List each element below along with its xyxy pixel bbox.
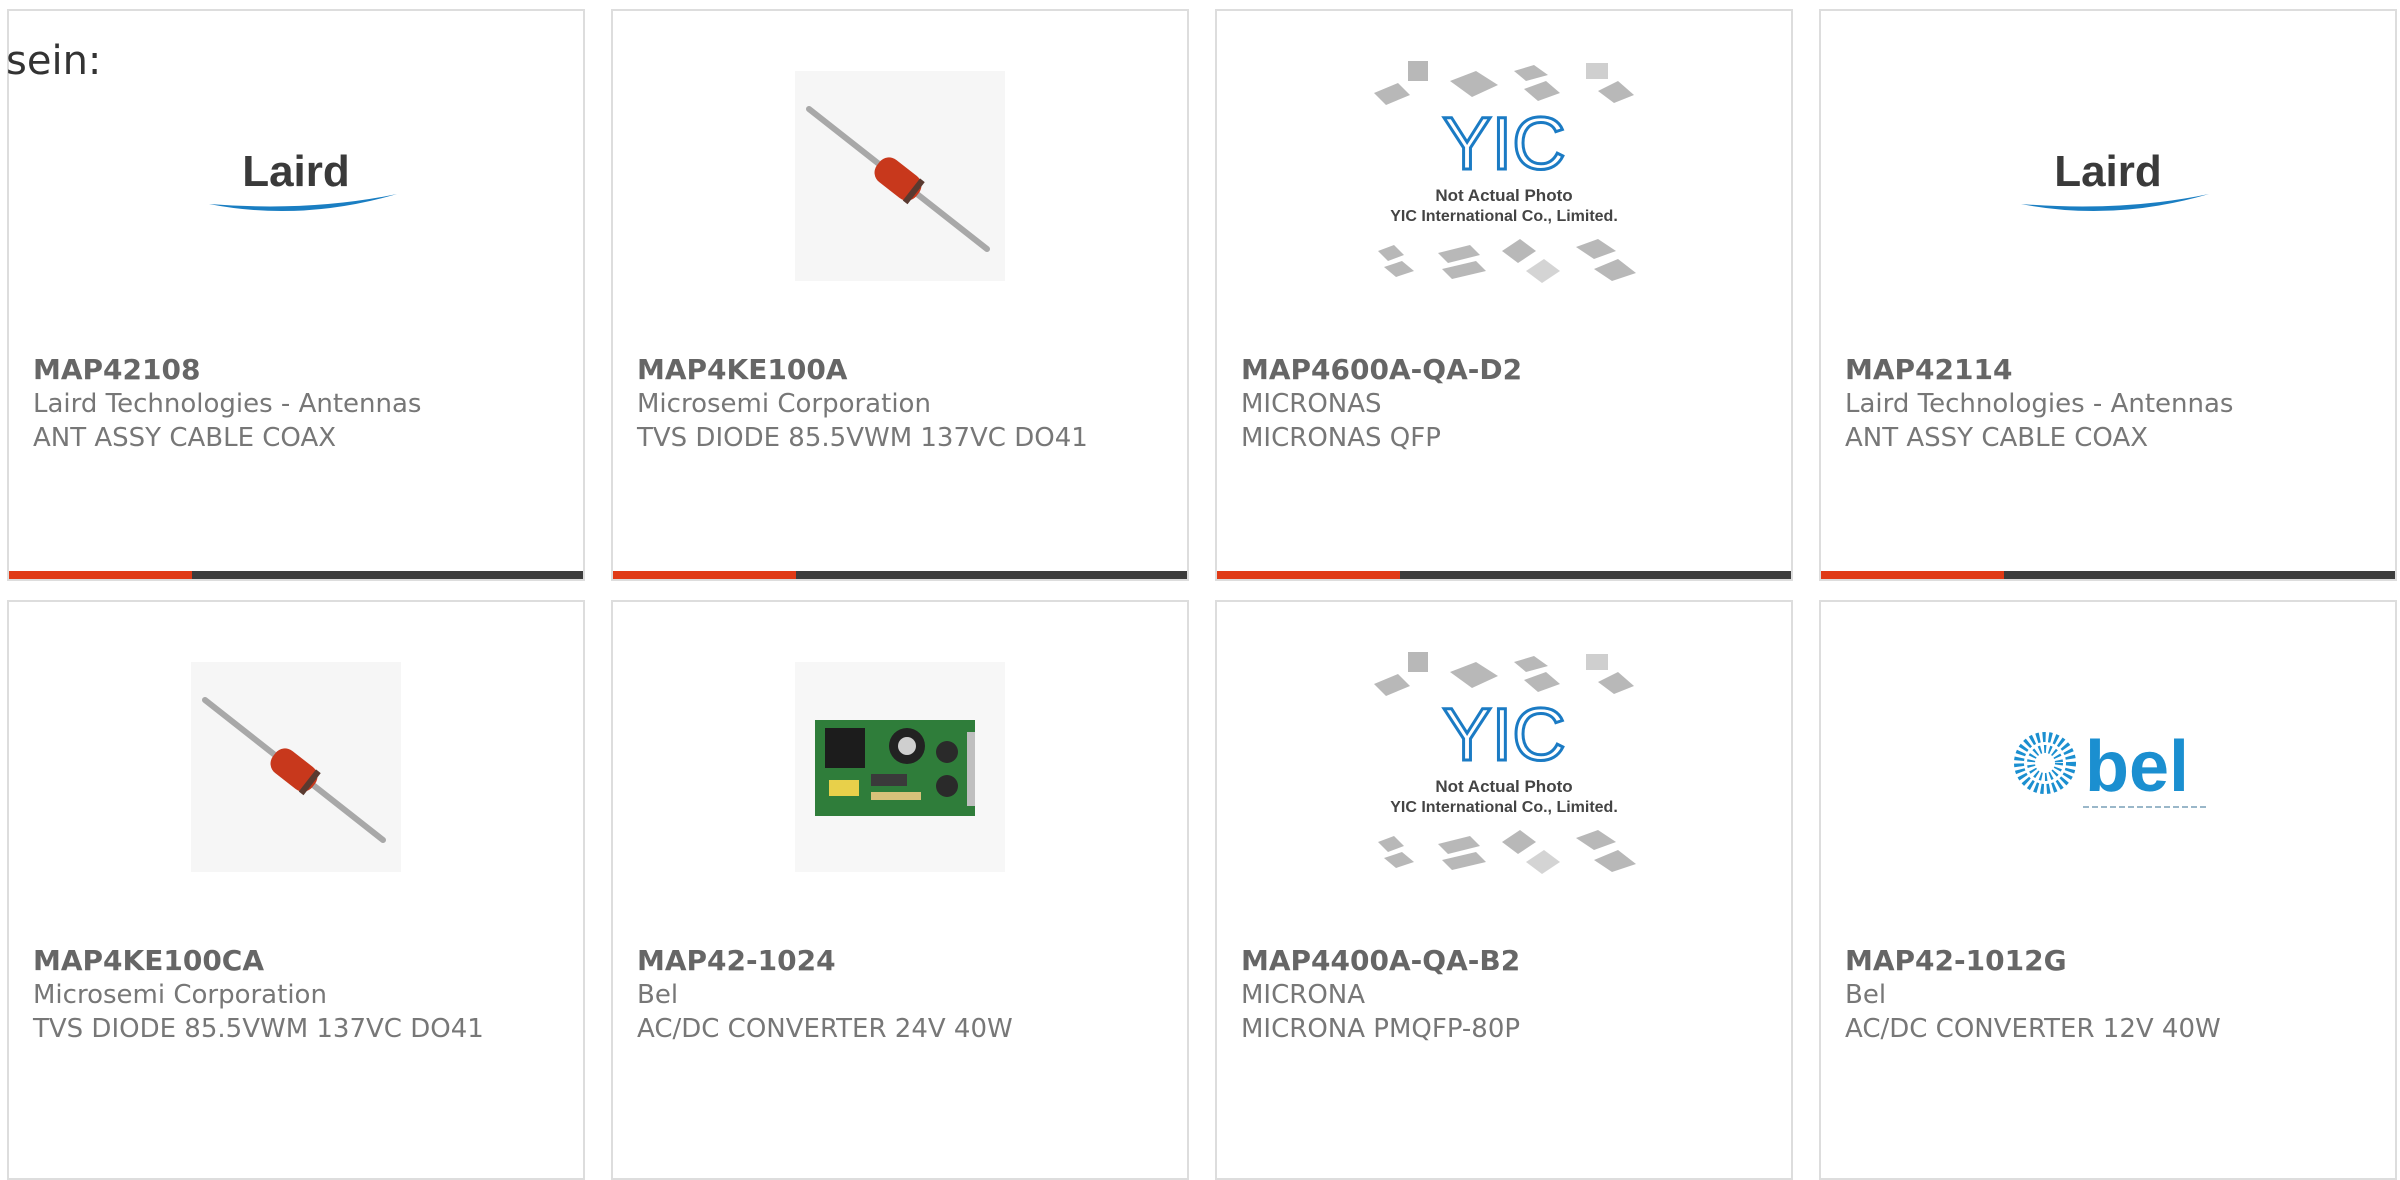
yic-placeholder-image[interactable]: YIC Not Actual Photo YIC International C…: [1364, 632, 1644, 912]
svg-text:YIC: YIC: [1442, 693, 1565, 776]
diode-image[interactable]: [795, 71, 1005, 281]
svg-text:YIC: YIC: [1442, 102, 1565, 185]
manufacturer: Bel: [1845, 980, 1887, 1010]
part-number[interactable]: MAP42-1012G: [1845, 944, 2375, 978]
card-footer-bar: [1217, 571, 1791, 579]
accent-segment: [1217, 571, 1400, 579]
yic-caption-line1: Not Actual Photo: [1435, 186, 1572, 205]
product-card[interactable]: YIC Not Actual Photo YIC International C…: [1215, 9, 1793, 581]
manufacturer: MICRONA: [1241, 980, 1366, 1010]
product-card[interactable]: bel MAP42-1012G Bel AC/DC CONVERTER 12V …: [1819, 600, 2397, 1180]
manufacturer: Laird Technologies - Antennas: [33, 389, 422, 419]
accent-segment: [1821, 571, 2004, 579]
laird-logo-image[interactable]: Laird: [191, 71, 401, 281]
description: TVS DIODE 85.5VWM 137VC DO41: [637, 423, 1088, 453]
accent-segment: [9, 571, 192, 579]
card-footer-bar: [613, 571, 1187, 579]
accent-segment: [613, 571, 796, 579]
description: AC/DC CONVERTER 12V 40W: [1845, 1014, 2221, 1044]
part-number[interactable]: MAP42-1024: [637, 944, 1167, 978]
svg-text:Laird: Laird: [2054, 147, 2162, 196]
manufacturer: Laird Technologies - Antennas: [1845, 389, 2234, 419]
product-card[interactable]: YIC Not Actual Photo YIC International C…: [1215, 600, 1793, 1180]
manufacturer: Bel: [637, 980, 679, 1010]
card-footer-bar: [1821, 571, 2395, 579]
diode-image[interactable]: [191, 662, 401, 872]
description: AC/DC CONVERTER 24V 40W: [637, 1014, 1013, 1044]
svg-text:bel: bel: [2085, 727, 2189, 807]
description: ANT ASSY CABLE COAX: [33, 423, 337, 453]
product-card[interactable]: MAP4KE100A Microsemi Corporation TVS DIO…: [611, 9, 1189, 581]
svg-text:Laird: Laird: [242, 147, 350, 196]
part-number[interactable]: MAP4KE100A: [637, 353, 1167, 387]
laird-logo-image[interactable]: Laird: [2003, 71, 2213, 281]
description: MICRONA PMQFP-80P: [1241, 1014, 1521, 1044]
description: TVS DIODE 85.5VWM 137VC DO41: [33, 1014, 484, 1044]
intro-text: sein:: [6, 38, 102, 84]
description: MICRONAS QFP: [1241, 423, 1441, 453]
product-card[interactable]: Laird MAP42108 Laird Technologies - Ante…: [7, 9, 585, 581]
description: ANT ASSY CABLE COAX: [1845, 423, 2149, 453]
yic-placeholder-image[interactable]: YIC Not Actual Photo YIC International C…: [1364, 41, 1644, 321]
part-number[interactable]: MAP4600A-QA-D2: [1241, 353, 1771, 387]
bel-logo-image[interactable]: bel: [2003, 662, 2213, 872]
manufacturer: MICRONAS: [1241, 389, 1382, 419]
part-number[interactable]: MAP4KE100CA: [33, 944, 563, 978]
yic-caption-line1: Not Actual Photo: [1435, 777, 1572, 796]
manufacturer: Microsemi Corporation: [33, 980, 327, 1010]
card-footer-bar: [9, 571, 583, 579]
product-card[interactable]: MAP42-1024 Bel AC/DC CONVERTER 24V 40W: [611, 600, 1189, 1180]
part-number[interactable]: MAP42108: [33, 353, 563, 387]
product-card[interactable]: Laird MAP42114 Laird Technologies - Ante…: [1819, 9, 2397, 581]
yic-caption-line2: YIC International Co., Limited.: [1390, 799, 1618, 816]
part-number[interactable]: MAP42114: [1845, 353, 2375, 387]
pcb-image[interactable]: [795, 662, 1005, 872]
product-card[interactable]: MAP4KE100CA Microsemi Corporation TVS DI…: [7, 600, 585, 1180]
yic-caption-line2: YIC International Co., Limited.: [1390, 208, 1618, 225]
manufacturer: Microsemi Corporation: [637, 389, 931, 419]
part-number[interactable]: MAP4400A-QA-B2: [1241, 944, 1771, 978]
